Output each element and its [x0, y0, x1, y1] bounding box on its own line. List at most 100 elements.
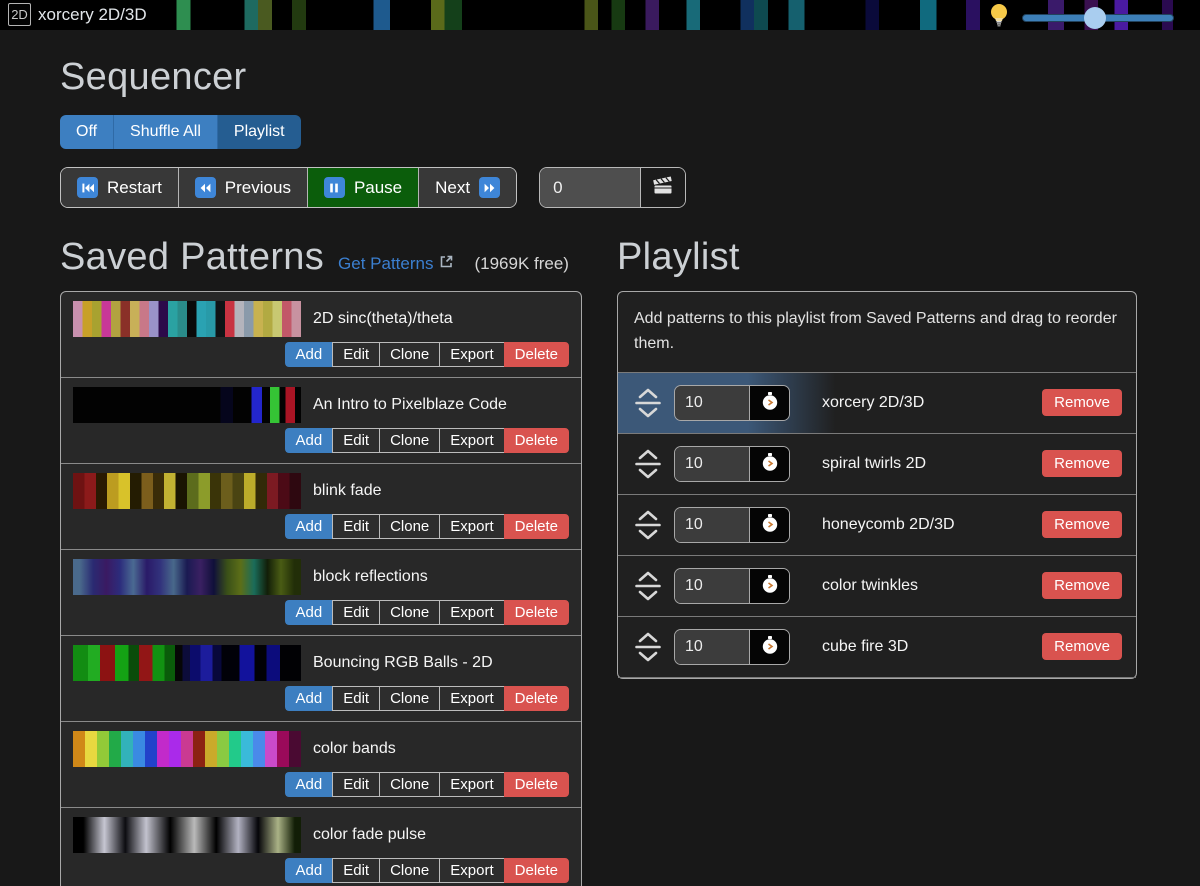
add-button[interactable]: Add	[285, 858, 334, 883]
previous-button[interactable]: Previous	[179, 168, 308, 207]
edit-button[interactable]: Edit	[332, 772, 380, 797]
stopwatch-icon	[761, 635, 779, 658]
remove-button[interactable]: Remove	[1042, 511, 1122, 538]
delete-button[interactable]: Delete	[504, 858, 569, 883]
edit-button[interactable]: Edit	[332, 858, 380, 883]
pattern-name: An Intro to Pixelblaze Code	[313, 396, 507, 414]
delete-button[interactable]: Delete	[504, 342, 569, 367]
edit-button[interactable]: Edit	[332, 600, 380, 625]
previous-label: Previous	[225, 178, 291, 198]
playlist-row: cube fire 3D Remove	[618, 617, 1136, 678]
brightness-slider-thumb[interactable]	[1084, 7, 1106, 29]
pattern-name: color bands	[313, 740, 396, 758]
edit-button[interactable]: Edit	[332, 686, 380, 711]
drag-handle-icon[interactable]	[630, 508, 666, 542]
pattern-preview-image	[73, 817, 301, 853]
delete-button[interactable]: Delete	[504, 600, 569, 625]
pattern-name: block reflections	[313, 568, 428, 586]
duration-timer-button[interactable]	[749, 386, 789, 420]
clone-button[interactable]: Clone	[379, 342, 440, 367]
clone-button[interactable]: Clone	[379, 514, 440, 539]
duration-input[interactable]	[675, 508, 749, 542]
clone-button[interactable]: Clone	[379, 600, 440, 625]
pattern-name: color fade pulse	[313, 826, 426, 844]
duration-input[interactable]	[675, 447, 749, 481]
playlist-row: color twinkles Remove	[618, 556, 1136, 617]
export-button[interactable]: Export	[439, 514, 504, 539]
remove-button[interactable]: Remove	[1042, 572, 1122, 599]
delete-button[interactable]: Delete	[504, 686, 569, 711]
remove-button[interactable]: Remove	[1042, 389, 1122, 416]
pattern-preview-image	[73, 387, 301, 423]
remove-button[interactable]: Remove	[1042, 633, 1122, 660]
add-button[interactable]: Add	[285, 342, 334, 367]
duration-group	[674, 446, 790, 482]
free-space-label: (1969K free)	[474, 254, 569, 274]
duration-timer-button[interactable]	[749, 630, 789, 664]
drag-handle-icon[interactable]	[630, 630, 666, 664]
saved-patterns-heading: Saved Patterns	[60, 236, 324, 279]
delete-button[interactable]: Delete	[504, 428, 569, 453]
edit-button[interactable]: Edit	[332, 428, 380, 453]
drag-handle-icon[interactable]	[630, 569, 666, 603]
pattern-row: color fade pulse Add Edit Clone Export D…	[61, 808, 581, 886]
duration-input[interactable]	[675, 386, 749, 420]
stopwatch-icon	[761, 574, 779, 597]
brightness-bulb-icon	[988, 2, 1010, 33]
sequence-counter-input[interactable]	[540, 168, 640, 207]
get-patterns-label: Get Patterns	[338, 254, 433, 274]
add-button[interactable]: Add	[285, 600, 334, 625]
fast-forward-icon	[479, 177, 500, 198]
duration-input[interactable]	[675, 630, 749, 664]
brightness-slider[interactable]	[1022, 5, 1174, 31]
playlist-item-name: spiral twirls 2D	[822, 455, 1042, 473]
mode-tab-playlist[interactable]: Playlist	[218, 115, 301, 149]
pattern-row: Bouncing RGB Balls - 2D Add Edit Clone E…	[61, 636, 581, 722]
remove-button[interactable]: Remove	[1042, 450, 1122, 477]
duration-input[interactable]	[675, 569, 749, 603]
add-button[interactable]: Add	[285, 686, 334, 711]
mode-tab-off[interactable]: Off	[60, 115, 114, 149]
playlist-section: Playlist Add patterns to this playlist f…	[617, 236, 1137, 679]
counter-action-button[interactable]	[640, 168, 685, 207]
pause-label: Pause	[354, 178, 402, 198]
clone-button[interactable]: Clone	[379, 772, 440, 797]
duration-timer-button[interactable]	[749, 447, 789, 481]
sequence-counter-group	[539, 167, 686, 208]
restart-button[interactable]: Restart	[61, 168, 179, 207]
delete-button[interactable]: Delete	[504, 772, 569, 797]
playlist-row: honeycomb 2D/3D Remove	[618, 495, 1136, 556]
clone-button[interactable]: Clone	[379, 858, 440, 883]
pattern-row: color bands Add Edit Clone Export Delete	[61, 722, 581, 808]
mode-tab-shuffle-all[interactable]: Shuffle All	[114, 115, 218, 149]
delete-button[interactable]: Delete	[504, 514, 569, 539]
export-button[interactable]: Export	[439, 772, 504, 797]
drag-handle-icon[interactable]	[630, 386, 666, 420]
get-patterns-link[interactable]: Get Patterns	[338, 254, 454, 274]
add-button[interactable]: Add	[285, 772, 334, 797]
add-button[interactable]: Add	[285, 514, 334, 539]
export-button[interactable]: Export	[439, 600, 504, 625]
edit-button[interactable]: Edit	[332, 514, 380, 539]
export-button[interactable]: Export	[439, 858, 504, 883]
clone-button[interactable]: Clone	[379, 686, 440, 711]
stopwatch-icon	[761, 391, 779, 414]
edit-button[interactable]: Edit	[332, 342, 380, 367]
top-bar: 2D xorcery 2D/3D	[0, 0, 1200, 30]
drag-handle-icon[interactable]	[630, 447, 666, 481]
playlist-item-name: xorcery 2D/3D	[822, 394, 1042, 412]
next-button[interactable]: Next	[419, 168, 516, 207]
saved-patterns-list: 2D sinc(theta)/theta Add Edit Clone Expo…	[60, 291, 582, 886]
export-button[interactable]: Export	[439, 686, 504, 711]
pattern-row: 2D sinc(theta)/theta Add Edit Clone Expo…	[61, 292, 581, 378]
add-button[interactable]: Add	[285, 428, 334, 453]
export-button[interactable]: Export	[439, 428, 504, 453]
stopwatch-icon	[761, 452, 779, 475]
clone-button[interactable]: Clone	[379, 428, 440, 453]
export-button[interactable]: Export	[439, 342, 504, 367]
duration-timer-button[interactable]	[749, 508, 789, 542]
pattern-name: blink fade	[313, 482, 382, 500]
duration-timer-button[interactable]	[749, 569, 789, 603]
pause-button[interactable]: Pause	[308, 168, 419, 207]
rewind-icon	[195, 177, 216, 198]
